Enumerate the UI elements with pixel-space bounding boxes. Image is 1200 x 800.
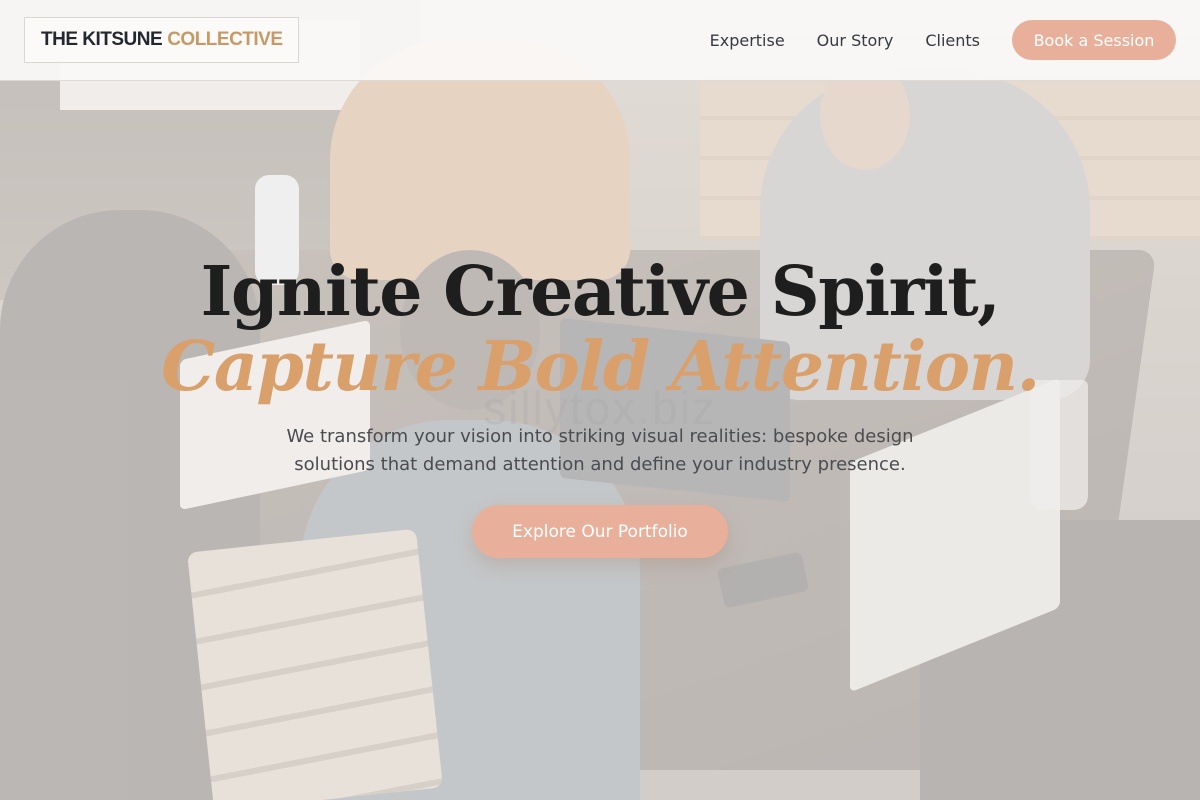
logo-text-accent: COLLECTIVE — [167, 29, 283, 50]
logo-text-main: THE KITSUNE — [41, 29, 163, 50]
explore-portfolio-button[interactable]: Explore Our Portfolio — [472, 505, 728, 558]
hero-description: We transform your vision into striking v… — [286, 426, 914, 475]
main-nav: Expertise Our Story Clients Book a Sessi… — [710, 20, 1176, 60]
nav-link-our-story[interactable]: Our Story — [817, 31, 894, 50]
site-logo[interactable]: THE KITSUNE COLLECTIVE — [24, 17, 299, 63]
site-header: THE KITSUNE COLLECTIVE Expertise Our Sto… — [0, 0, 1200, 81]
hero-headline-line-1: Ignite Creative Spirit, — [200, 252, 1001, 332]
nav-link-clients[interactable]: Clients — [925, 31, 980, 50]
hero-section: Ignite Creative Spirit, sillytox.biz Cap… — [0, 81, 1200, 800]
book-session-button[interactable]: Book a Session — [1012, 20, 1176, 60]
nav-link-expertise[interactable]: Expertise — [710, 31, 785, 50]
hero-headline-line-2: Capture Bold Attention. — [161, 327, 1040, 407]
